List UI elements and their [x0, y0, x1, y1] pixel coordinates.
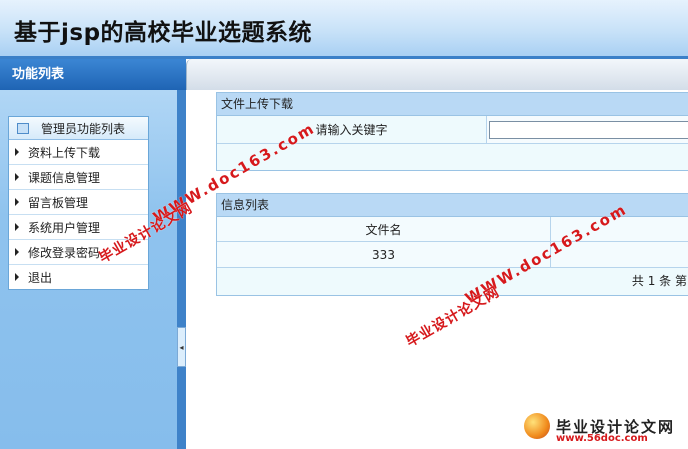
logo-url: www.56doc.com [556, 433, 648, 444]
column-header-filename: 文件名 [217, 217, 551, 241]
splitter-bar[interactable] [177, 90, 186, 449]
menu-item-label: 留言板管理 [28, 195, 89, 210]
triangle-right-icon [15, 148, 19, 156]
triangle-right-icon [15, 273, 19, 281]
menu-header-label: 管理员功能列表 [41, 121, 126, 136]
triangle-right-icon [15, 173, 19, 181]
cell-filename[interactable]: 333 [217, 242, 551, 267]
table-row[interactable]: 333 [217, 242, 688, 268]
content-top-bar [186, 59, 688, 90]
sidebar: 功能列表 管理员功能列表 资料上传下载 课题信息管理 留言板管理 系统用户管理 … [0, 59, 186, 449]
chevron-left-icon: ◂ [179, 342, 184, 352]
triangle-right-icon [15, 223, 19, 231]
upload-panel-title: 文件上传下载 [217, 93, 688, 116]
pager: 共 1 条 第 [217, 268, 688, 295]
menu-item-file-upload[interactable]: 资料上传下载 [9, 140, 148, 165]
menu-item-topic-management[interactable]: 课题信息管理 [9, 165, 148, 190]
collapse-sidebar-button[interactable]: ◂ [177, 327, 186, 367]
admin-menu: 管理员功能列表 资料上传下载 课题信息管理 留言板管理 系统用户管理 修改登录密… [8, 116, 149, 290]
keyword-input-cell [487, 116, 688, 143]
triangle-right-icon [15, 198, 19, 206]
menu-item-label: 退出 [28, 270, 53, 285]
menu-item-label: 课题信息管理 [28, 170, 101, 185]
keyword-input[interactable] [489, 120, 688, 139]
keyword-label: 请输入关键字 [217, 116, 487, 143]
sidebar-title: 功能列表 [0, 59, 186, 90]
menu-item-label: 修改登录密码 [28, 245, 101, 260]
triangle-right-icon [15, 248, 19, 256]
menu-item-label: 系统用户管理 [28, 220, 101, 235]
list-icon [17, 122, 29, 134]
menu-item-message-board[interactable]: 留言板管理 [9, 190, 148, 215]
menu-item-logout[interactable]: 退出 [9, 265, 148, 289]
menu-item-label: 资料上传下载 [28, 145, 101, 160]
app-title: 基于jsp的高校毕业选题系统 [14, 20, 313, 46]
menu-header[interactable]: 管理员功能列表 [9, 117, 148, 140]
app-header: 基于jsp的高校毕业选题系统 [0, 0, 688, 59]
globe-icon [524, 413, 550, 439]
